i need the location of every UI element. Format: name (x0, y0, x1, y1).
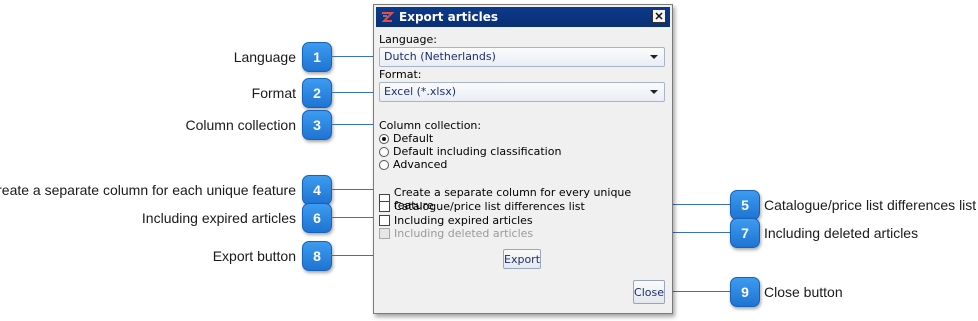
callout-label-export-button: Export button (212, 248, 296, 264)
callout-label-deleted: Including deleted articles (764, 225, 919, 241)
callout-connector-4 (331, 189, 379, 190)
callout-connector-2 (331, 92, 379, 93)
callout-label-language: Language (233, 49, 296, 65)
titlebar-close-button[interactable] (652, 9, 666, 23)
column-collection-label: Column collection: (379, 119, 482, 132)
callout-label-separate-column: Create a separate column for each unique… (0, 182, 296, 198)
close-button[interactable]: Close (633, 280, 665, 304)
radio-default-including-classification[interactable]: Default including classification (379, 145, 561, 158)
export-articles-dialog: Export articles Language: Dutch (Netherl… (373, 4, 673, 314)
callout-label-expired: Including expired articles (141, 210, 296, 226)
checkbox-deleted-label: Including deleted articles (394, 227, 534, 240)
checkbox-expired-articles[interactable]: Including expired articles (379, 214, 533, 227)
checkbox-differences-list-label: Catalogue/price list differences list (394, 200, 585, 213)
format-label: Format: (379, 68, 422, 81)
checkbox[interactable] (379, 201, 390, 212)
callout-connector-1 (331, 56, 379, 57)
callout-connector-3 (331, 124, 379, 125)
callout-badge-2: 2 (302, 78, 332, 108)
export-button[interactable]: Export (503, 249, 541, 269)
checkbox-deleted-articles: Including deleted articles (379, 227, 533, 240)
callout-badge-5: 5 (730, 190, 760, 220)
radio-advanced[interactable]: Advanced (379, 158, 447, 171)
dialog-title: Export articles (399, 10, 498, 24)
checkbox[interactable] (379, 215, 390, 226)
radio-button[interactable] (379, 146, 389, 157)
format-value: Excel (*.xlsx) (384, 85, 457, 98)
callout-badge-1: 1 (302, 42, 332, 72)
chevron-down-icon (650, 55, 658, 59)
callout-badge-3: 3 (302, 110, 332, 140)
callout-connector-9 (664, 291, 730, 292)
language-value: Dutch (Netherlands) (384, 50, 496, 63)
radio-button[interactable] (379, 133, 389, 144)
language-label: Language: (379, 33, 437, 46)
app-logo-icon (381, 12, 394, 22)
checkbox-expired-label: Including expired articles (394, 214, 533, 227)
callout-badge-8: 8 (302, 241, 332, 271)
language-select[interactable]: Dutch (Netherlands) (379, 47, 665, 67)
callout-label-close-button: Close button (764, 284, 843, 300)
callout-badge-7: 7 (730, 218, 760, 248)
radio-classification-label: Default including classification (393, 145, 562, 158)
close-icon (655, 12, 663, 20)
checkbox (379, 228, 390, 239)
callout-connector-6 (331, 217, 379, 218)
format-select[interactable]: Excel (*.xlsx) (379, 82, 665, 102)
callout-label-column-collection: Column collection (185, 117, 297, 133)
callout-label-format: Format (251, 85, 296, 101)
callout-badge-4: 4 (302, 175, 332, 205)
checkbox-differences-list[interactable]: Catalogue/price list differences list (379, 200, 585, 213)
radio-default-label: Default (393, 132, 434, 145)
callout-badge-9: 9 (730, 277, 760, 307)
callout-badge-6: 6 (302, 203, 332, 233)
radio-advanced-label: Advanced (393, 158, 448, 171)
callout-label-differences-list: Catalogue/price list differences list (764, 197, 977, 213)
radio-default[interactable]: Default (379, 132, 433, 145)
dialog-titlebar: Export articles (376, 7, 670, 27)
chevron-down-icon (650, 90, 658, 94)
radio-button[interactable] (379, 159, 389, 170)
